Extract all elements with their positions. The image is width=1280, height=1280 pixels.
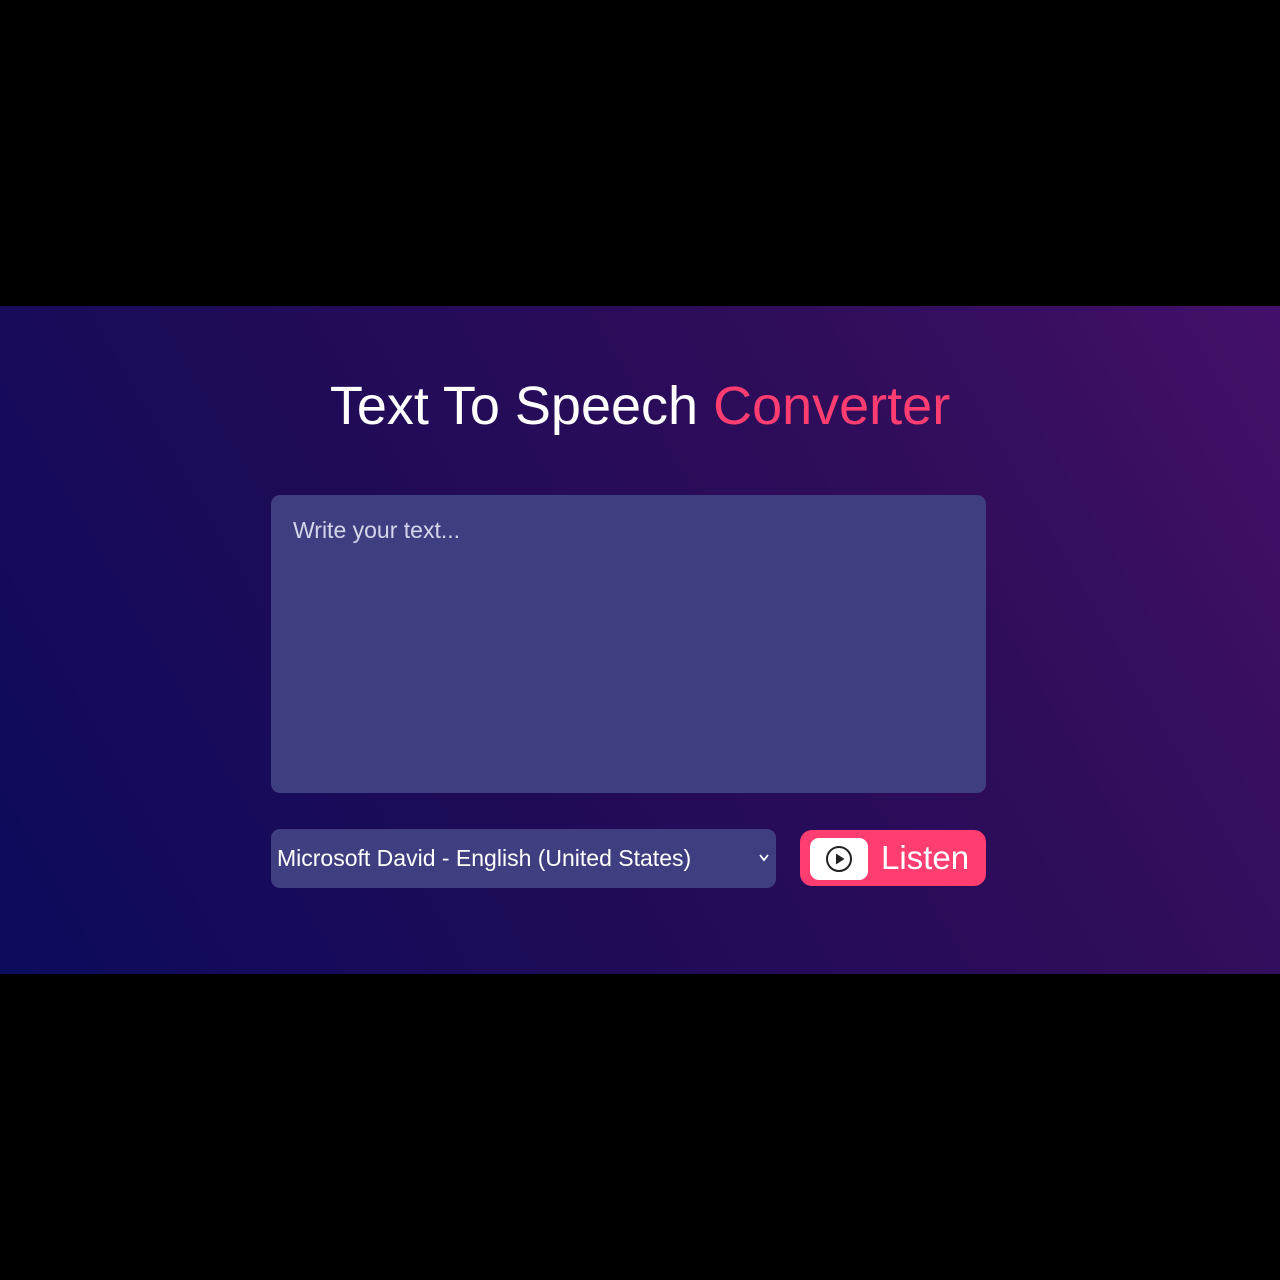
app-container: Text To Speech Converter Microsoft David… xyxy=(0,306,1280,974)
title-main: Text To Speech xyxy=(329,376,699,436)
listen-button[interactable]: Listen xyxy=(800,830,986,886)
chevron-down-icon xyxy=(758,829,772,888)
play-icon-box xyxy=(810,838,868,880)
page-title: Text To Speech Converter xyxy=(0,370,1280,442)
letterbox-top xyxy=(0,0,1280,306)
play-circle-icon xyxy=(826,846,852,872)
title-accent: Converter xyxy=(713,376,951,436)
listen-button-label: Listen xyxy=(881,839,970,876)
text-input[interactable] xyxy=(271,495,986,793)
voice-select[interactable]: Microsoft David - English (United States… xyxy=(271,829,776,888)
voice-select-value: Microsoft David - English (United States… xyxy=(277,845,692,871)
letterbox-bottom xyxy=(0,974,1280,1280)
